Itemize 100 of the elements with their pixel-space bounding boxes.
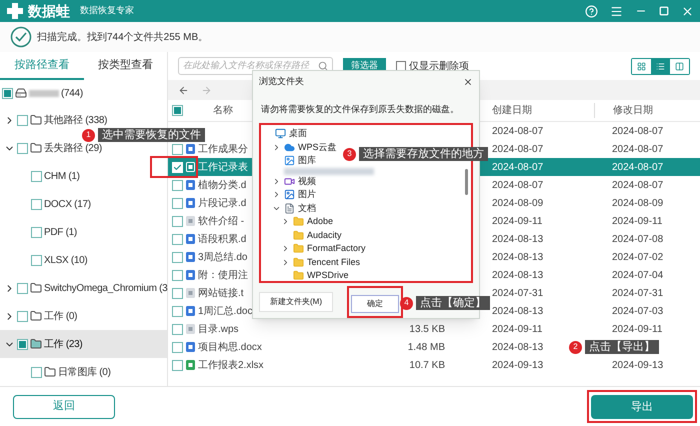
checkbox[interactable] — [396, 61, 406, 71]
document-icon — [284, 202, 295, 214]
checkbox[interactable] — [172, 252, 183, 262]
checkbox[interactable] — [172, 216, 183, 226]
file-name: 1周汇总.doc — [198, 304, 252, 318]
checkbox[interactable] — [2, 88, 13, 98]
column-header[interactable]: 名称 — [213, 103, 233, 118]
tree-item[interactable]: 工作 (23) — [4, 336, 82, 352]
folder-tree-item[interactable]: 文档 — [298, 202, 316, 215]
folder-tree-item[interactable]: 图库 — [298, 154, 316, 168]
checkbox[interactable] — [31, 254, 42, 266]
close-icon[interactable] — [463, 76, 473, 87]
checkbox[interactable] — [31, 170, 42, 182]
checkbox[interactable] — [172, 270, 183, 280]
chevron-right-icon[interactable] — [272, 176, 281, 186]
file-name: 网站链接.t — [198, 286, 244, 300]
view-tab[interactable]: 按类型查看 — [84, 52, 167, 80]
column-header[interactable]: 修改日期 — [594, 103, 700, 118]
folder-tree-item[interactable]: 图片 — [298, 188, 316, 202]
view-tab[interactable]: 按路径查看 — [0, 52, 84, 80]
folder-tree-item[interactable]: WPSDrive — [307, 269, 349, 282]
help-icon[interactable] — [585, 4, 598, 18]
tree-item[interactable]: XLSX (10) — [18, 252, 88, 268]
list-view-button[interactable] — [651, 58, 670, 74]
cloud-icon — [284, 142, 295, 153]
checkbox[interactable] — [172, 306, 183, 316]
checkbox[interactable] — [172, 180, 183, 190]
checkbox[interactable] — [17, 310, 28, 322]
checkbox[interactable] — [172, 360, 183, 370]
modified-date: 2024-07-08 — [612, 234, 664, 244]
tree-label: PDF (1) — [44, 226, 77, 240]
drive-icon — [15, 87, 27, 99]
menu-icon[interactable] — [610, 4, 623, 18]
folder-icon — [30, 114, 42, 126]
folder-tree-item[interactable]: Tencent Files — [307, 256, 360, 269]
tree-item[interactable]: SwitchyOmega_Chromium (3 — [4, 280, 168, 296]
folder-icon — [293, 243, 304, 254]
confirm-button[interactable]: 确定 — [351, 295, 399, 313]
checkbox[interactable] — [172, 105, 183, 116]
tree-item[interactable]: DOCX (17) — [18, 196, 91, 212]
tree-item[interactable]: CHM (1) — [18, 168, 80, 184]
search-icon[interactable] — [318, 61, 328, 71]
checkbox[interactable] — [17, 114, 28, 126]
checkbox[interactable] — [172, 324, 183, 334]
file-size: 10.7 KB — [409, 360, 445, 370]
tree-item[interactable]: 丢失路径 (29) — [4, 140, 102, 156]
plus-logo-icon — [6, 2, 24, 20]
created-date: 2024-09-13 — [492, 360, 544, 370]
checkbox[interactable] — [17, 142, 28, 154]
modified-date: 2024-08-07 — [612, 144, 664, 154]
checkbox[interactable] — [172, 234, 183, 244]
dialog-title: 浏览文件夹 — [259, 74, 304, 88]
tree-item[interactable]: (744) — [2, 85, 83, 101]
export-button[interactable]: 导出 — [591, 395, 693, 420]
scrollbar-thumb[interactable] — [465, 169, 468, 195]
folder-tree-item[interactable]: 视频 — [298, 174, 316, 188]
folder-icon — [293, 256, 304, 268]
folder-icon — [30, 338, 42, 350]
maximize-icon[interactable] — [659, 6, 669, 16]
chevron-right-icon[interactable] — [272, 190, 281, 200]
back-button[interactable]: 返回 — [13, 394, 115, 418]
dialog-message: 请勿将需要恢复的文件保存到原丢失数据的磁盘。 — [261, 104, 459, 114]
folder-tree-item[interactable]: Adobe — [307, 215, 334, 228]
checkbox[interactable] — [17, 338, 28, 350]
chevron-right-icon[interactable] — [281, 217, 290, 226]
folder-tree-item[interactable]: 桌面 — [289, 127, 307, 140]
folder-tree-item[interactable]: WPS云盘 — [298, 140, 337, 154]
tree-item[interactable]: 工作 (0) — [4, 308, 78, 324]
chevron-right-icon[interactable] — [281, 258, 290, 267]
search-field[interactable]: 在此处输入文件名称或保存路径 — [178, 57, 333, 75]
checkbox[interactable] — [172, 342, 183, 352]
tree-item[interactable]: PDF (1) — [18, 224, 77, 240]
grid-view-icon — [637, 62, 646, 70]
checkbox[interactable] — [31, 226, 42, 238]
chevron-right-icon[interactable] — [281, 244, 290, 254]
folder-icon — [44, 366, 56, 378]
created-date: 2024-08-13 — [492, 306, 544, 316]
picture-icon — [284, 189, 295, 200]
checkbox[interactable] — [172, 144, 183, 154]
folder-tree-item[interactable]: Audacity — [307, 228, 342, 242]
back-arrow-icon[interactable] — [178, 84, 189, 96]
checkbox[interactable] — [172, 198, 183, 208]
folder-icon — [293, 270, 304, 282]
chevron-right-icon[interactable] — [272, 142, 281, 152]
checkbox[interactable] — [17, 282, 28, 294]
created-date: 2024-08-13 — [492, 234, 544, 244]
tree-item[interactable]: 其他路径 (338) — [4, 112, 108, 128]
modified-date: 2024-08-07 — [612, 180, 664, 190]
tree-label: 日常图库 (0) — [58, 366, 111, 380]
file-icon — [186, 216, 195, 226]
file-name: 片段记录.d — [198, 196, 246, 210]
checkbox[interactable] — [31, 366, 42, 378]
created-date: 2024-08-13 — [492, 252, 544, 262]
tree-item[interactable]: 日常图库 (0) — [18, 364, 111, 380]
checkbox[interactable] — [31, 198, 42, 210]
highlight-frame — [150, 156, 198, 178]
checkbox[interactable] — [172, 288, 183, 298]
folder-tree-item[interactable]: FormatFactory — [307, 242, 366, 256]
created-date: 2024-07-31 — [492, 288, 544, 298]
new-folder-button[interactable]: 新建文件夹(M) — [259, 292, 333, 312]
